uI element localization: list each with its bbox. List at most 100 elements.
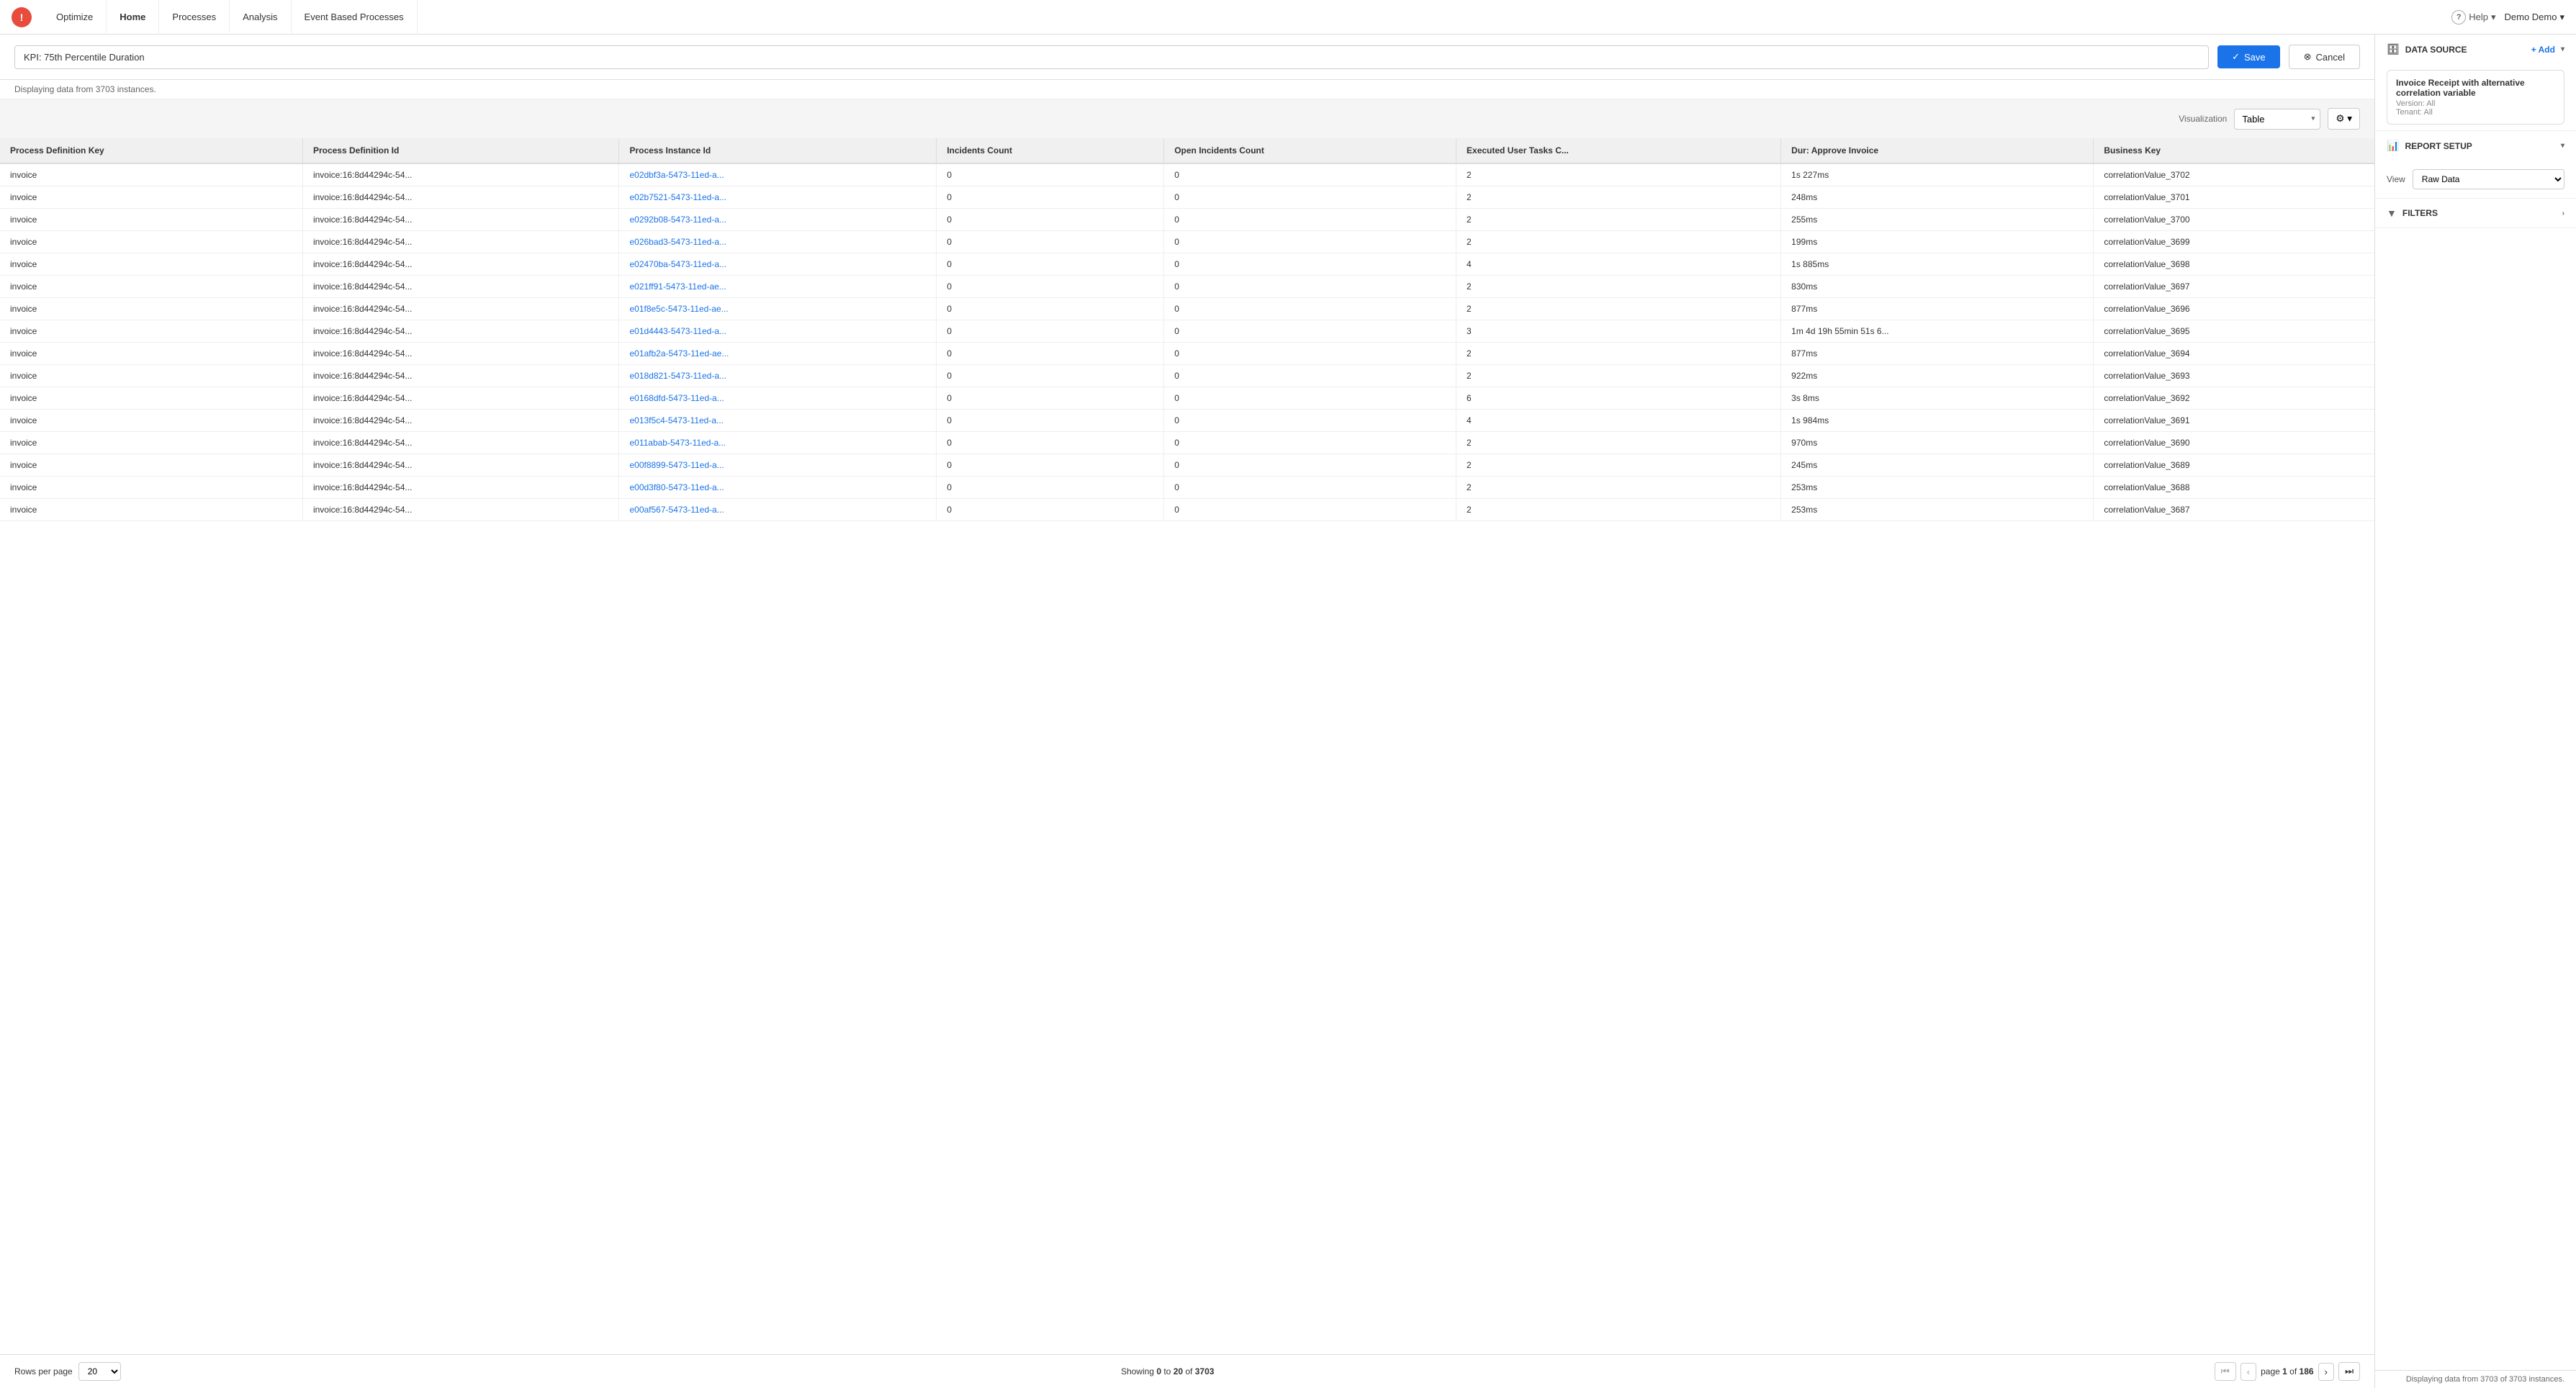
- table-cell: 0: [1164, 253, 1456, 276]
- table-cell[interactable]: e013f5c4-5473-11ed-a...: [619, 410, 937, 432]
- nav-items: Optimize Home Processes Analysis Event B…: [43, 0, 2451, 35]
- save-button[interactable]: ✓ Save: [2217, 45, 2280, 68]
- first-page-button[interactable]: ⏮: [2215, 1362, 2236, 1381]
- table-row: invoiceinvoice:16:8d44294c-54...e01f8e5c…: [0, 298, 2374, 320]
- top-nav: ! Optimize Home Processes Analysis Event…: [0, 0, 2576, 35]
- main-layout: ✓ Save ⊗ Cancel Displaying data from 370…: [0, 35, 2576, 1388]
- table-cell: correlationValue_3691: [2094, 410, 2374, 432]
- table-cell[interactable]: e01d4443-5473-11ed-a...: [619, 320, 937, 343]
- table-cell: 877ms: [1781, 343, 2094, 365]
- table-cell: invoice:16:8d44294c-54...: [302, 186, 619, 209]
- prev-page-button[interactable]: ‹: [2241, 1363, 2256, 1381]
- table-cell: 0: [937, 387, 1164, 410]
- user-chevron-icon: ▾: [2559, 12, 2564, 23]
- table-cell: invoice: [0, 499, 302, 521]
- table-cell: 0: [1164, 387, 1456, 410]
- filters-header[interactable]: ▼ FILTERS ›: [2375, 199, 2576, 227]
- cancel-button[interactable]: ⊗ Cancel: [2289, 45, 2360, 69]
- last-page-button[interactable]: ⏭: [2338, 1362, 2360, 1381]
- table-cell: 0: [1164, 209, 1456, 231]
- table-cell: 0: [1164, 298, 1456, 320]
- report-setup-content: View Raw Data: [2375, 161, 2576, 198]
- rows-per-page-select[interactable]: 20 50 100: [78, 1362, 121, 1381]
- rows-per-page: Rows per page 20 50 100: [14, 1362, 121, 1381]
- table-cell: 0: [937, 163, 1164, 186]
- table-cell: 255ms: [1781, 209, 2094, 231]
- table-cell[interactable]: e02dbf3a-5473-11ed-a...: [619, 163, 937, 186]
- viz-type-select[interactable]: Table: [2234, 109, 2320, 130]
- table-cell[interactable]: e018d821-5473-11ed-a...: [619, 365, 937, 387]
- data-table: Process Definition Key Process Definitio…: [0, 138, 2374, 521]
- table-cell: correlationValue_3693: [2094, 365, 2374, 387]
- table-cell: 3: [1456, 320, 1781, 343]
- table-cell: 0: [1164, 499, 1456, 521]
- table-cell[interactable]: e0168dfd-5473-11ed-a...: [619, 387, 937, 410]
- table-cell: 2: [1456, 276, 1781, 298]
- table-cell: invoice: [0, 253, 302, 276]
- next-page-button[interactable]: ›: [2318, 1363, 2334, 1381]
- table-row: invoiceinvoice:16:8d44294c-54...e00af567…: [0, 499, 2374, 521]
- nav-home[interactable]: Home: [107, 0, 159, 35]
- viz-settings-button[interactable]: ⚙ ▾: [2328, 108, 2360, 130]
- table-cell: 2: [1456, 454, 1781, 477]
- nav-analysis[interactable]: Analysis: [230, 0, 291, 35]
- nav-processes[interactable]: Processes: [159, 0, 230, 35]
- table-cell[interactable]: e00d3f80-5473-11ed-a...: [619, 477, 937, 499]
- table-cell: 2: [1456, 298, 1781, 320]
- viz-settings-chevron-icon: ▾: [2347, 113, 2352, 125]
- add-datasource-button[interactable]: + Add: [2531, 45, 2555, 55]
- table-cell[interactable]: e02470ba-5473-11ed-a...: [619, 253, 937, 276]
- table-cell[interactable]: e00af567-5473-11ed-a...: [619, 499, 937, 521]
- table-cell: 0: [1164, 186, 1456, 209]
- table-cell: 0: [937, 410, 1164, 432]
- table-row: invoiceinvoice:16:8d44294c-54...e026bad3…: [0, 231, 2374, 253]
- page-label: page 1 of 186: [2261, 1366, 2313, 1376]
- table-cell[interactable]: e0292b08-5473-11ed-a...: [619, 209, 937, 231]
- table-cell: 199ms: [1781, 231, 2094, 253]
- user-label: Demo Demo: [2505, 12, 2557, 22]
- table-cell: invoice:16:8d44294c-54...: [302, 454, 619, 477]
- table-row: invoiceinvoice:16:8d44294c-54...e013f5c4…: [0, 410, 2374, 432]
- user-menu[interactable]: Demo Demo ▾: [2505, 12, 2565, 23]
- table-row: invoiceinvoice:16:8d44294c-54...e0168dfd…: [0, 387, 2374, 410]
- current-page: 1: [2282, 1366, 2287, 1376]
- table-cell[interactable]: e021ff91-5473-11ed-ae...: [619, 276, 937, 298]
- table-cell[interactable]: e01f8e5c-5473-11ed-ae...: [619, 298, 937, 320]
- table-cell: 253ms: [1781, 499, 2094, 521]
- table-cell[interactable]: e026bad3-5473-11ed-a...: [619, 231, 937, 253]
- table-cell: invoice:16:8d44294c-54...: [302, 298, 619, 320]
- table-cell: 1s 885ms: [1781, 253, 2094, 276]
- table-cell[interactable]: e011abab-5473-11ed-a...: [619, 432, 937, 454]
- col-process-instance-id: Process Instance Id: [619, 138, 937, 163]
- table-cell: 0: [937, 454, 1164, 477]
- report-setup-header[interactable]: 📊 REPORT SETUP ▾: [2375, 131, 2576, 161]
- table-cell: 0: [1164, 276, 1456, 298]
- table-cell[interactable]: e00f8899-5473-11ed-a...: [619, 454, 937, 477]
- nav-event-based[interactable]: Event Based Processes: [292, 0, 418, 35]
- section-actions: + Add ▾: [2531, 45, 2564, 55]
- view-select[interactable]: Raw Data: [2413, 169, 2564, 189]
- view-row: View Raw Data: [2387, 169, 2564, 189]
- table-cell: invoice: [0, 276, 302, 298]
- table-cell[interactable]: e01afb2a-5473-11ed-ae...: [619, 343, 937, 365]
- table-row: invoiceinvoice:16:8d44294c-54...e021ff91…: [0, 276, 2374, 298]
- viz-select-wrap: Table ▾: [2234, 109, 2320, 130]
- table-cell[interactable]: e02b7521-5473-11ed-a...: [619, 186, 937, 209]
- nav-right: ? Help ▾ Demo Demo ▾: [2451, 10, 2564, 24]
- table-cell: 0: [937, 209, 1164, 231]
- table-cell: 2: [1456, 231, 1781, 253]
- data-source-header[interactable]: 🗄 DATA SOURCE + Add ▾: [2375, 35, 2576, 64]
- showing-from: 0: [1156, 1366, 1161, 1376]
- save-checkmark-icon: ✓: [2232, 51, 2240, 63]
- help-button[interactable]: ? Help ▾: [2451, 10, 2495, 24]
- table-cell: correlationValue_3696: [2094, 298, 2374, 320]
- table-cell: correlationValue_3688: [2094, 477, 2374, 499]
- kpi-input[interactable]: [14, 45, 2209, 69]
- instances-info: Displaying data from 3703 instances.: [0, 80, 2374, 99]
- nav-optimize[interactable]: Optimize: [43, 0, 107, 35]
- help-icon: ?: [2451, 10, 2466, 24]
- table-cell: correlationValue_3692: [2094, 387, 2374, 410]
- table-cell: 0: [1164, 410, 1456, 432]
- chart-icon: 📊: [2387, 140, 2399, 152]
- table-cell: correlationValue_3694: [2094, 343, 2374, 365]
